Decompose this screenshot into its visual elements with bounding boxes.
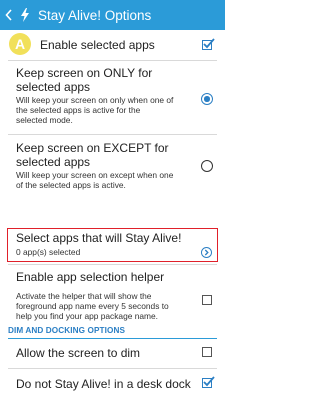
app-title: Stay Alive! Options xyxy=(38,7,152,23)
pref-allow-screen-dim[interactable]: Allow the screen to dim xyxy=(0,339,225,368)
pref-title: Enable selected apps xyxy=(40,38,155,52)
pref-summary-line: foreground app name every 5 seconds to xyxy=(16,301,169,311)
pref-enable-app-selection-helper[interactable]: Enable app selection helper Activate the… xyxy=(0,265,225,323)
back-chevron-icon[interactable] xyxy=(2,0,16,30)
checkbox-enable-selected-apps[interactable] xyxy=(202,38,215,50)
pref-summary-line: the selected apps is active for the xyxy=(16,105,141,115)
checkbox-allow-screen-dim[interactable] xyxy=(202,347,212,357)
pref-title-line: selected apps xyxy=(16,155,91,169)
section-header: DIM AND DOCKING OPTIONS xyxy=(8,326,126,335)
pref-enable-selected-apps[interactable]: A Enable selected apps xyxy=(0,30,225,60)
checkbox-enable-app-selection-helper[interactable] xyxy=(202,295,212,305)
pref-select-apps[interactable]: Select apps that will Stay Alive! 0 app(… xyxy=(0,229,225,261)
pref-desk-dock[interactable]: Do not Stay Alive! in a desk dock xyxy=(0,369,225,400)
radio-keep-screen-on-except[interactable] xyxy=(201,160,213,172)
radio-keep-screen-on-only[interactable] xyxy=(201,93,213,105)
pref-keep-screen-on-except[interactable]: Keep screen on EXCEPT for selected apps … xyxy=(0,135,225,225)
pref-title-line: selected apps xyxy=(16,80,91,94)
pref-title: Select apps that will Stay Alive! xyxy=(16,231,182,245)
pref-title: Enable app selection helper xyxy=(16,270,165,284)
svg-text:A: A xyxy=(15,36,25,52)
pref-summary-line: Will keep your screen on only when one o… xyxy=(16,95,174,105)
pref-title-line: Keep screen on ONLY for xyxy=(16,66,153,80)
checkbox-desk-dock[interactable] xyxy=(202,376,215,388)
pref-summary-line: of the selected apps is active. xyxy=(16,180,126,190)
chevron-right-icon[interactable] xyxy=(201,247,212,258)
pref-title: Allow the screen to dim xyxy=(16,346,141,360)
action-bar: Stay Alive! Options xyxy=(0,0,225,30)
radio-dot xyxy=(204,96,210,102)
pref-title-line: Keep screen on EXCEPT for xyxy=(16,141,169,155)
pref-summary-line: Activate the helper that will show the xyxy=(16,291,152,301)
lightning-bolt-icon[interactable] xyxy=(16,0,34,30)
app-letter-a-icon: A xyxy=(9,33,31,55)
pref-summary-line: help you find your app package name. xyxy=(16,311,159,321)
pref-keep-screen-on-only[interactable]: Keep screen on ONLY for selected apps Wi… xyxy=(0,61,225,134)
pref-summary-line: Will keep your screen on except when one xyxy=(16,170,174,180)
pref-summary: 0 app(s) selected xyxy=(16,247,81,257)
pref-title: Do not Stay Alive! in a desk dock xyxy=(16,377,191,391)
pref-summary-line: selected mode. xyxy=(16,115,73,125)
